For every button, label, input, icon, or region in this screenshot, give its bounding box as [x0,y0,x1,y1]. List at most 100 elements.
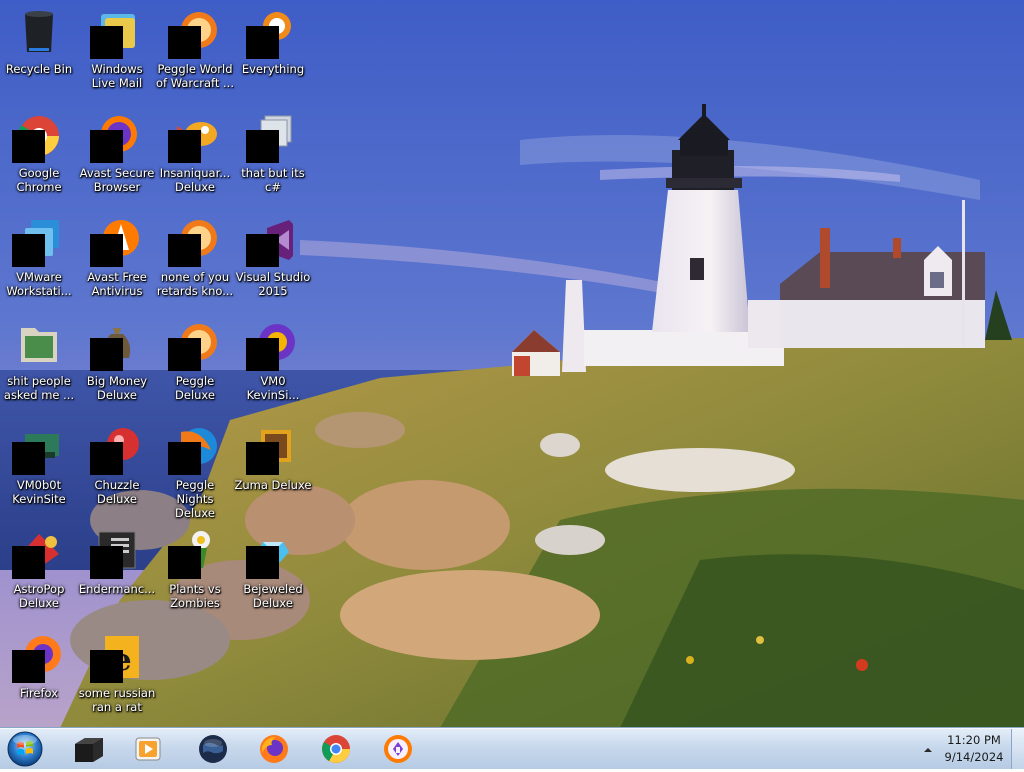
start-button[interactable] [5,730,45,768]
desktop-icon-label: Google Chrome [16,166,62,194]
redaction-box [90,130,123,163]
show-desktop-button[interactable] [1011,729,1024,769]
redaction-box [246,338,279,371]
redaction-box [90,234,123,267]
desktop-icon[interactable]: Plants vs Zombies [156,522,234,618]
redaction-box [12,234,45,267]
redaction-box [12,442,45,475]
peggle-nights-icon [168,424,219,475]
desktop-icon-label: Insaniquar... Deluxe [159,166,231,194]
terminal-app-icon [75,738,103,762]
zuma-icon [246,424,297,475]
avast-browser-icon [90,112,141,163]
taskbar-avast-browser[interactable] [371,731,425,767]
desktop-icon[interactable]: Avast Free Antivirus [78,210,156,306]
avast-icon [90,216,141,267]
desktop-icon[interactable]: AstroPop Deluxe [0,522,78,618]
desktop-icon[interactable]: Chuzzle Deluxe [78,418,156,514]
desktop-icon[interactable]: Bejeweled Deluxe [234,522,312,618]
firefox-icon [260,735,288,763]
redaction-box [168,26,201,59]
visual-studio-icon [246,216,297,267]
fish-icon [168,112,219,163]
clock-date: 9/14/2024 [944,750,1004,764]
vm-icon [246,320,297,371]
desktop-icon[interactable]: Peggle Nights Deluxe [156,418,234,520]
desktop-icon-label: Peggle Nights Deluxe [175,478,215,520]
desktop-icon-label: Big Money Deluxe [86,374,148,402]
desktop-icon-label: Chuzzle Deluxe [94,478,140,506]
desktop-icon[interactable]: Google Chrome [0,106,78,202]
plant-icon [168,528,219,579]
redaction-box [12,130,45,163]
desktop-icon[interactable]: Avast Secure Browser [78,106,156,202]
desktop-icon[interactable]: Zuma Deluxe [234,418,312,514]
chrome-icon [12,112,63,163]
desktop-icon-label: Firefox [19,686,59,700]
taskbar-chrome[interactable] [309,731,363,767]
desktop-icon[interactable]: Everything [234,2,312,98]
media-player-icon [135,737,161,761]
peggle-icon [168,8,219,59]
document-icon: e [90,632,141,683]
desktop-icon-label: that but its c# [241,166,305,194]
desktop-icon-label: Peggle Deluxe [175,374,215,402]
redaction-box [246,442,279,475]
redaction-box [246,130,279,163]
desktop-icon-label: some russian ran a rat [78,686,156,714]
redaction-box [90,442,123,475]
desktop-icon[interactable]: shit people asked me ... [0,314,78,410]
desktop-icon[interactable]: VM0 KevinSi... [234,314,312,410]
redaction-box [168,130,201,163]
desktop-icon[interactable]: Visual Studio 2015 [234,210,312,306]
taskbar-media-player[interactable] [121,731,175,767]
show-hidden-icons-button[interactable] [922,742,934,756]
redaction-box [12,546,45,579]
desktop-icon[interactable]: Firefox [0,626,78,722]
peggle-icon [168,320,219,371]
desktop-icon-label: Windows Live Mail [91,62,143,90]
desktop-icon[interactable]: Endermanc... [78,522,156,618]
recycle-bin-icon [15,8,63,56]
desktop-icon[interactable]: VMware Workstati... [0,210,78,306]
chevron-up-icon [924,748,932,752]
desktop-icon-label: none of you retards kno... [156,270,234,298]
desktop-icon[interactable]: none of you retards kno... [156,210,234,306]
system-clock[interactable]: 11:20 PM 9/14/2024 [938,732,1010,766]
desktop-icon-label: Peggle World of Warcraft ... [156,62,234,90]
taskbar: 11:20 PM 9/14/2024 [0,728,1024,769]
redaction-box [90,26,123,59]
vmware-icon [12,216,63,267]
desktop-icon[interactable]: e some russian ran a rat [78,626,156,722]
desktop-icon[interactable]: Windows Live Mail [78,2,156,98]
desktop-icon[interactable]: Peggle World of Warcraft ... [156,2,234,98]
desktop-icon-label: shit people asked me ... [3,374,75,402]
desktop-icon-label: Zuma Deluxe [234,478,312,492]
desktop-icon-label: VM0 KevinSi... [246,374,300,402]
folder-icon [15,320,63,368]
taskbar-terminal-app[interactable] [62,731,116,767]
redaction-box [168,546,201,579]
avast-browser-icon [384,735,412,763]
mail-icon [90,8,141,59]
desktop-icon-label: Visual Studio 2015 [235,270,311,298]
desktop-icon-label: VM0b0t KevinSite [12,478,66,506]
redaction-box [90,338,123,371]
desktop-icon[interactable]: Recycle Bin [0,2,78,98]
taskbar-globe-app[interactable] [186,731,240,767]
astropop-icon [12,528,63,579]
desktop-icon[interactable]: that but its c# [234,106,312,202]
redaction-box [246,546,279,579]
money-bag-icon [90,320,141,371]
desktop-icon-label: Avast Secure Browser [79,166,155,194]
desktop-icon-label: Recycle Bin [5,62,73,76]
taskbar-firefox[interactable] [247,731,301,767]
desktop-icon[interactable]: VM0b0t KevinSite [0,418,78,514]
stack-icon [246,112,297,163]
desktop-icon[interactable]: Peggle Deluxe [156,314,234,410]
chuzzle-icon [90,424,141,475]
desktop-icon[interactable]: Big Money Deluxe [78,314,156,410]
vm-bot-icon [12,424,63,475]
desktop-icon[interactable]: Insaniquar... Deluxe [156,106,234,202]
firefox-icon [12,632,63,683]
